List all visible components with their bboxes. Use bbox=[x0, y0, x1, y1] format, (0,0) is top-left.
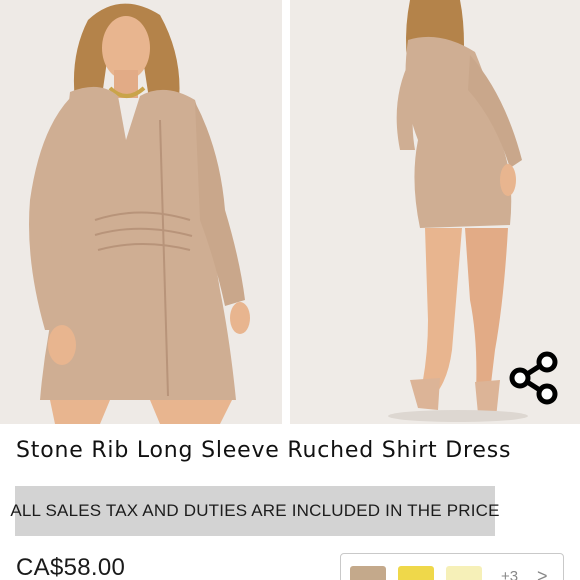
share-button[interactable] bbox=[506, 350, 562, 406]
product-gallery bbox=[0, 0, 580, 424]
product-photo-front[interactable] bbox=[0, 0, 282, 424]
color-swatch-stone[interactable] bbox=[350, 566, 386, 580]
share-icon bbox=[509, 351, 558, 405]
front-view-illustration bbox=[0, 0, 282, 424]
product-title: Stone Rib Long Sleeve Ruched Shirt Dress bbox=[16, 438, 512, 463]
color-swatch-yellow[interactable] bbox=[398, 566, 434, 580]
color-swatch-lemon[interactable] bbox=[446, 566, 482, 580]
product-price: CA$58.00 bbox=[16, 554, 126, 580]
more-swatches-count[interactable]: +3 bbox=[501, 568, 518, 580]
color-swatch-selector: +3 > bbox=[340, 553, 564, 580]
swatch-next-chevron-icon[interactable]: > bbox=[537, 566, 548, 580]
tax-notice-banner: ALL SALES TAX AND DUTIES ARE INCLUDED IN… bbox=[10, 486, 499, 536]
tax-notice-text: ALL SALES TAX AND DUTIES ARE INCLUDED IN… bbox=[10, 501, 500, 520]
